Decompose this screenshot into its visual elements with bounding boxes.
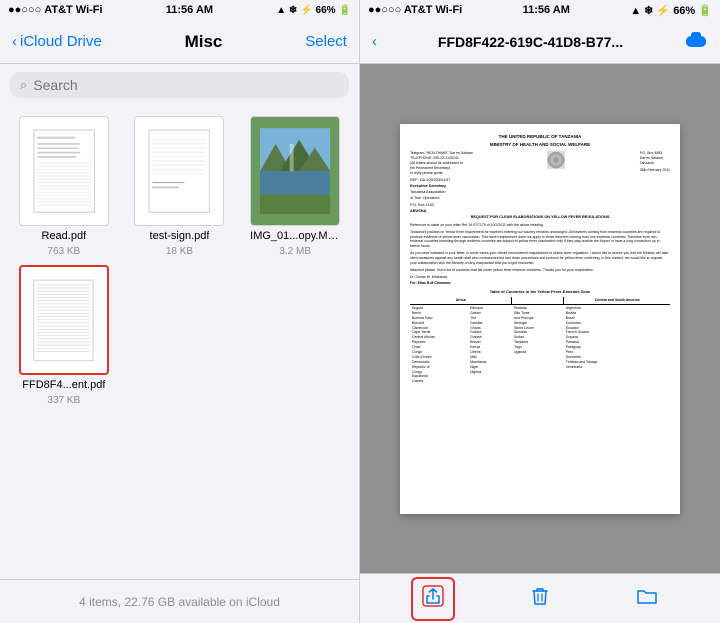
africa-col2: EthiopiaGabonTheGambiaGhanaGuineaGuineaB… — [468, 305, 512, 386]
list-item[interactable]: Read.pdf 763 KB — [10, 116, 118, 257]
chevron-left-icon: ‹ — [12, 33, 17, 50]
file-thumbnail — [250, 116, 340, 226]
battery-icon-right: 🔋 — [698, 5, 712, 17]
pdf-pobox: P.O. Box 1162, — [410, 203, 670, 208]
status-icons: ▲ ❄ ⚡ — [276, 5, 312, 16]
pdf-filename-title: FFD8F422-619C-41D8-B77... — [377, 34, 684, 50]
pdf-executive-secretary: Executive Secretary — [410, 184, 670, 189]
mov-thumbnail — [260, 128, 330, 214]
central-south-col: ArgentinaBoliviaBrazilColombiaEcuadorFre… — [564, 305, 670, 386]
left-panel: ●●○○○ AT&T Wi-Fi 11:56 AM ▲ ❄ ⚡ 66% 🔋 ‹ … — [0, 0, 360, 623]
back-label: iCloud Drive — [20, 33, 102, 50]
pdf-page: THE UNITED REPUBLIC OF TANZANIA MINISTRY… — [400, 124, 680, 514]
search-bar: ⌕ — [0, 64, 359, 106]
pdf-body: Reference is made on your letter Ref. M.… — [410, 223, 670, 228]
battery-pct-right: 66% — [673, 5, 695, 17]
storage-label: 4 items, 22.76 GB available on iCloud — [79, 595, 280, 609]
file-size: 18 KB — [166, 246, 193, 257]
pdf-body2: Tanzania's position on Yellow fever requ… — [410, 230, 670, 250]
folder-icon — [636, 585, 658, 613]
pdf-title: REQUEST FOR CLEAR ELABORATIONS ON YELLOW… — [410, 215, 670, 220]
pdf-address: Telegram "HEALTHIMIS" Dar es Salaam TELE… — [410, 151, 473, 175]
carrier-name-right: AT&T Wi-Fi — [404, 4, 462, 16]
storage-info: 4 items, 22.76 GB available on iCloud — [0, 579, 359, 623]
file-name: FFD8F4...ent.pdf — [22, 379, 105, 391]
nav-title: Misc — [185, 32, 223, 52]
file-name: Read.pdf — [42, 230, 87, 242]
file-size: 3.2 MB — [279, 246, 311, 257]
left-signal: ●●○○○ AT&T Wi-Fi — [8, 4, 103, 16]
select-button[interactable]: Select — [305, 33, 347, 50]
left-nav-bar: ‹ iCloud Drive Misc Select — [0, 20, 359, 64]
pdf-signatory: Dr. Donan W. Mmbando — [410, 275, 670, 280]
pdf-date: 28th February 2011 — [640, 168, 670, 173]
icloud-glyph — [684, 29, 708, 49]
pdf-ref: REF: GA.209/333/01/47 — [410, 178, 670, 183]
left-status-bar: ●●○○○ AT&T Wi-Fi 11:56 AM ▲ ❄ ⚡ 66% 🔋 — [0, 0, 359, 20]
folder-button[interactable] — [625, 577, 669, 621]
carrier-name: AT&T Wi-Fi — [44, 4, 102, 16]
africa-col1: AngolaBeninBurkina FasoBurundiCameroonCa… — [410, 305, 468, 386]
list-item[interactable]: IMG_01...opy.MOV 3.2 MB — [241, 116, 349, 257]
list-item[interactable]: FFD8F4...ent.pdf 337 KB — [10, 265, 118, 406]
pdf-body3: As you have indicated in your letter, in… — [410, 251, 670, 266]
battery-pct: 66% — [316, 5, 336, 16]
delete-button[interactable] — [518, 577, 562, 621]
share-icon — [422, 585, 444, 613]
right-time: 11:56 AM — [523, 4, 570, 16]
list-item[interactable]: test-sign.pdf 18 KB — [126, 116, 234, 257]
pdf-for: For: Elias B.M Chimamo. — [410, 281, 670, 286]
battery-icon: 🔋 — [339, 5, 351, 16]
pdf-toolbar — [360, 573, 720, 623]
back-button[interactable]: ‹ iCloud Drive — [12, 33, 102, 50]
signal-dots: ●●○○○ — [8, 4, 41, 16]
right-nav-bar: ‹ FFD8F422-619C-41D8-B77... — [360, 20, 720, 64]
left-time: 11:56 AM — [166, 4, 213, 16]
pdf-icon — [29, 128, 99, 214]
file-name: IMG_01...opy.MOV — [250, 230, 340, 242]
file-size: 337 KB — [47, 395, 80, 406]
right-status-bar: ●●○○○ AT&T Wi-Fi 11:56 AM ▲ ❄ ⚡ 66% 🔋 — [360, 0, 720, 20]
file-thumbnail — [134, 116, 224, 226]
trash-icon — [529, 585, 551, 613]
pdf-table-title: Table of Countries in the Yellow Fever-E… — [410, 289, 670, 295]
file-thumbnail-selected — [19, 265, 109, 375]
file-thumbnail — [19, 116, 109, 226]
pdf-countries-table: Africa Central and South America AngolaB… — [410, 297, 670, 385]
pdf-icon — [29, 278, 98, 363]
signal-dots-right: ●●○○○ — [368, 4, 401, 16]
file-size: 763 KB — [47, 246, 80, 257]
icloud-icon — [684, 29, 708, 54]
pdf-header-line1: THE UNITED REPUBLIC OF TANZANIA — [410, 134, 670, 140]
file-grid: Read.pdf 763 KB — [0, 106, 359, 579]
pdf-tanzania: Tanzania Association — [410, 190, 670, 195]
search-wrap[interactable]: ⌕ — [10, 72, 349, 98]
left-battery: ▲ ❄ ⚡ 66% 🔋 — [276, 5, 351, 16]
pdf-icon — [144, 128, 214, 214]
pdf-address-right: P.O. Box 9083, Dar es Salaam, Tanzania 2… — [640, 151, 670, 175]
africa-col3: RwandaSão Toméand PríncipeSenegalSierra … — [512, 305, 564, 386]
status-icons-right: ▲ ❄ ⚡ — [630, 5, 670, 17]
search-input[interactable] — [33, 77, 339, 93]
pdf-viewer: THE UNITED REPUBLIC OF TANZANIA MINISTRY… — [360, 64, 720, 573]
share-button[interactable] — [411, 577, 455, 621]
right-battery: ▲ ❄ ⚡ 66% 🔋 — [630, 4, 712, 17]
pdf-arusha: ARUSHA — [410, 209, 670, 214]
search-icon: ⌕ — [20, 77, 27, 93]
pdf-attached: Attached please, find a list of countrie… — [410, 268, 670, 273]
right-panel: ●●○○○ AT&T Wi-Fi 11:56 AM ▲ ❄ ⚡ 66% 🔋 ‹ … — [360, 0, 720, 623]
pdf-seal — [547, 151, 565, 169]
pdf-tour-ops: of Tour Operators — [410, 196, 670, 201]
right-signal: ●●○○○ AT&T Wi-Fi — [368, 4, 462, 16]
pdf-header-line2: MINISTRY OF HEALTH AND SOCIAL WELFARE — [410, 142, 670, 148]
file-name: test-sign.pdf — [150, 230, 210, 242]
